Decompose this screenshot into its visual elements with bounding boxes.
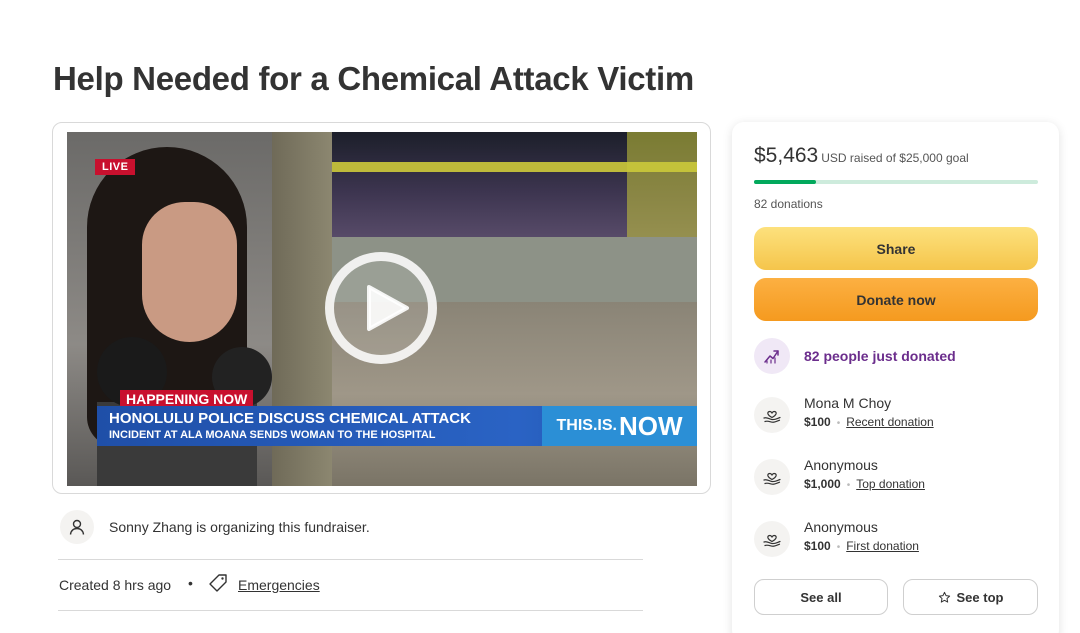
donor-detail: $100 • Recent donation bbox=[804, 415, 934, 429]
donate-now-button[interactable]: Donate now bbox=[754, 278, 1038, 321]
donor-detail: $1,000 • Top donation bbox=[804, 477, 925, 491]
video-scene-speaker-face bbox=[142, 202, 237, 342]
progress-fill bbox=[754, 180, 817, 184]
video-player[interactable]: LIVE HAPPENING NOW HONOLULU POLICE DISCU… bbox=[67, 132, 697, 486]
media-card: LIVE HAPPENING NOW HONOLULU POLICE DISCU… bbox=[52, 122, 711, 494]
donor-name: Anonymous bbox=[804, 519, 878, 535]
donor-amount: $1,000 bbox=[804, 477, 841, 491]
donation-hand-heart-icon bbox=[754, 459, 790, 495]
donor-amount: $100 bbox=[804, 539, 831, 553]
news-brand: THIS.IS. NOW bbox=[542, 406, 697, 446]
donation-tag-link[interactable]: Recent donation bbox=[846, 415, 933, 429]
share-button[interactable]: Share bbox=[754, 227, 1038, 270]
organizer-text: Sonny Zhang is organizing this fundraise… bbox=[109, 519, 370, 535]
donation-item: Mona M Choy $100 • Recent donation bbox=[754, 393, 1038, 437]
play-button[interactable] bbox=[325, 252, 437, 364]
trending-up-icon bbox=[754, 338, 790, 374]
page-title: Help Needed for a Chemical Attack Victim bbox=[53, 60, 694, 97]
see-all-button[interactable]: See all bbox=[754, 579, 888, 615]
recent-activity: 82 people just donated bbox=[754, 338, 1038, 374]
donor-name: Anonymous bbox=[804, 457, 878, 473]
donation-tag-link[interactable]: First donation bbox=[846, 539, 919, 553]
donation-count: 82 donations bbox=[754, 197, 823, 211]
raised-goal-text: USD raised of $25,000 goal bbox=[821, 151, 969, 165]
progress-bar bbox=[754, 180, 1038, 184]
meta-separator: • bbox=[188, 575, 193, 591]
donation-hand-heart-icon bbox=[754, 521, 790, 557]
separator-dot: • bbox=[846, 480, 851, 491]
donation-item: Anonymous $100 • First donation bbox=[754, 517, 1038, 561]
news-brand-word: NOW bbox=[618, 410, 683, 441]
star-icon bbox=[938, 591, 950, 603]
see-top-label: See top bbox=[956, 589, 1004, 605]
separator-dot: • bbox=[836, 542, 841, 553]
separator-dot: • bbox=[836, 418, 841, 429]
raised-summary: $5,463 USD raised of $25,000 goal bbox=[754, 144, 969, 168]
organizer-row: Sonny Zhang is organizing this fundraise… bbox=[58, 510, 643, 560]
donation-panel: $5,463 USD raised of $25,000 goal 82 dona… bbox=[732, 122, 1059, 633]
donation-tag-link[interactable]: Top donation bbox=[856, 477, 925, 491]
recent-activity-text: 82 people just donated bbox=[804, 348, 956, 364]
see-top-button[interactable]: See top bbox=[903, 579, 1038, 615]
news-brand-prefix: THIS.IS. bbox=[556, 417, 617, 434]
category-link[interactable]: Emergencies bbox=[238, 577, 320, 593]
created-time: Created 8 hrs ago bbox=[59, 577, 172, 593]
live-badge: LIVE bbox=[95, 159, 136, 175]
news-headline: HONOLULU POLICE DISCUSS CHEMICAL ATTACK bbox=[109, 410, 471, 427]
tag-icon bbox=[208, 573, 228, 598]
news-lower-third: HONOLULU POLICE DISCUSS CHEMICAL ATTACK … bbox=[97, 406, 697, 446]
news-subheadline: INCIDENT AT ALA MOANA SENDS WOMAN TO THE… bbox=[109, 429, 436, 441]
play-icon bbox=[367, 285, 409, 331]
raised-amount: $5,463 bbox=[754, 144, 819, 167]
user-icon bbox=[60, 510, 94, 544]
donation-hand-heart-icon bbox=[754, 397, 790, 433]
video-scene-band bbox=[627, 132, 697, 242]
donor-amount: $100 bbox=[804, 415, 831, 429]
donation-item: Anonymous $1,000 • Top donation bbox=[754, 455, 1038, 499]
fundraiser-meta: Created 8 hrs ago • Emergencies bbox=[58, 561, 643, 611]
donor-detail: $100 • First donation bbox=[804, 539, 919, 553]
donor-name: Mona M Choy bbox=[804, 395, 892, 411]
